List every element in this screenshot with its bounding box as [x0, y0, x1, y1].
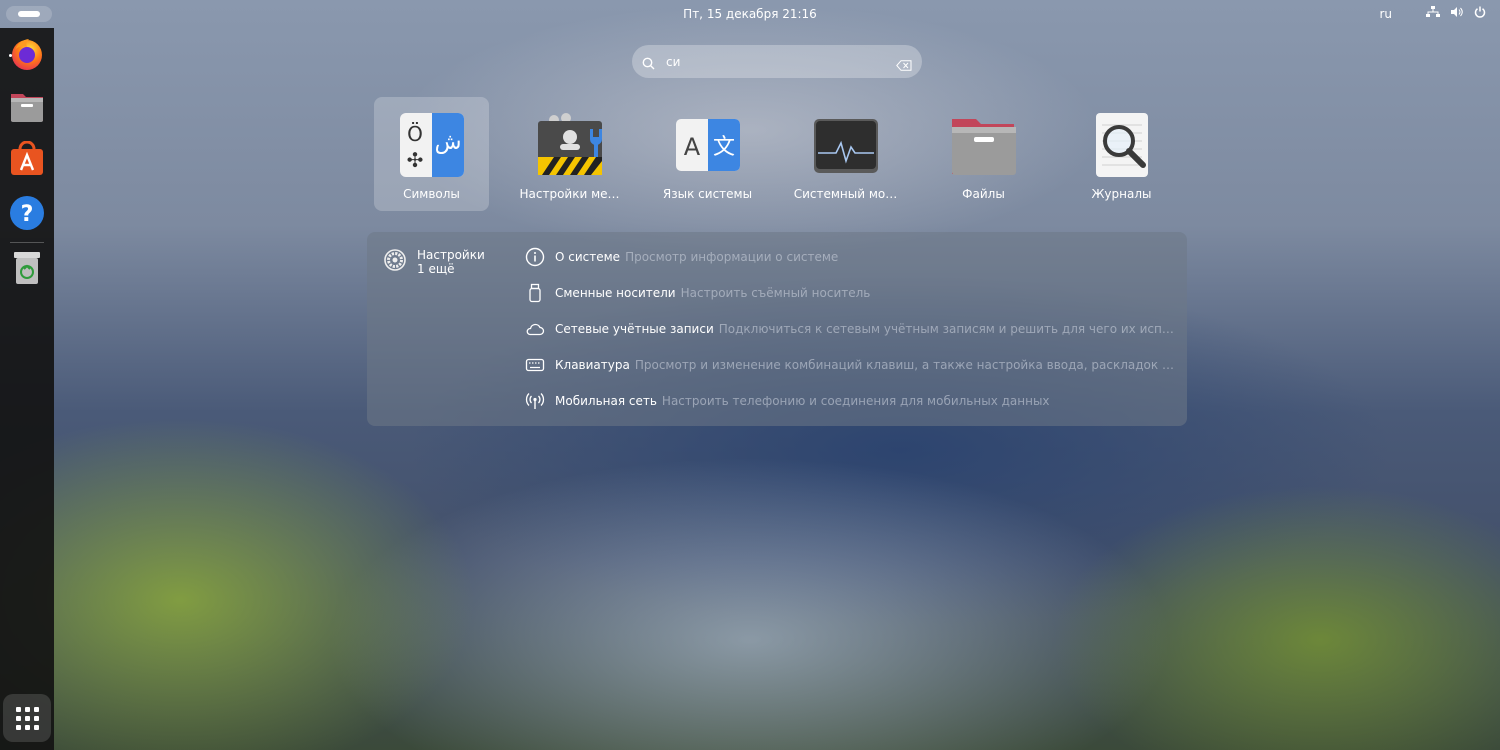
result-title: Клавиатура: [555, 358, 630, 372]
firefox-icon: [9, 36, 45, 76]
keyboard-icon: [525, 355, 545, 375]
result-row[interactable]: Сетевые учётные записи Подключиться к се…: [525, 317, 1175, 341]
show-apps-button[interactable]: [3, 694, 51, 742]
settings-manager-icon: [536, 111, 604, 179]
activities-button[interactable]: [6, 6, 52, 22]
running-indicator: [9, 54, 12, 57]
result-description: Просмотр информации о системе: [625, 250, 839, 264]
app-label: Файлы: [962, 187, 1005, 201]
dock-firefox[interactable]: [7, 36, 47, 76]
app-label: Системный мо…: [793, 187, 898, 201]
svg-text:文: 文: [713, 135, 735, 160]
mobile-network-icon: [525, 391, 545, 411]
files-icon: [950, 111, 1018, 179]
dock-trash[interactable]: [7, 250, 47, 290]
app-label: Язык системы: [662, 187, 753, 201]
settings-gear-icon: [383, 248, 407, 276]
provider-more-count: 1 ещё: [417, 262, 455, 276]
result-row[interactable]: Мобильная сеть Настроить телефонию и сое…: [525, 389, 1175, 413]
grid-icon: [15, 706, 39, 730]
result-description: Настроить телефонию и соединения для моб…: [661, 394, 1050, 408]
clear-search-icon[interactable]: [896, 56, 912, 75]
dock: ?: [0, 28, 54, 750]
info-icon: [525, 247, 545, 267]
help-icon: ?: [9, 195, 45, 235]
dock-app-center[interactable]: [7, 140, 47, 181]
network-icon[interactable]: [1426, 6, 1440, 21]
provider-name: Настройки: [417, 248, 485, 262]
search-bar[interactable]: [632, 45, 922, 78]
search-icon: [642, 55, 655, 74]
svg-text:A: A: [684, 133, 701, 161]
result-title: Сетевые учётные записи: [555, 322, 714, 336]
system-monitor-icon: [812, 111, 880, 179]
dock-help[interactable]: ?: [7, 195, 47, 235]
dock-files[interactable]: [7, 89, 47, 129]
system-tray: ru: [1379, 6, 1486, 21]
clock-area: Пт, 15 декабря 21:16: [0, 7, 1500, 21]
removable-media-icon: [525, 283, 545, 303]
settings-results-panel: Настройки 1 ещё О системе Просмотр инфор…: [367, 232, 1187, 426]
characters-icon: Ö ✣ ش: [398, 111, 466, 179]
app-label: Настройки ме…: [519, 187, 620, 201]
app-label: Журналы: [1091, 187, 1152, 201]
result-description: Подключиться к сетевым учётным записям и…: [718, 322, 1175, 336]
language-indicator[interactable]: ru: [1379, 7, 1392, 21]
files-icon: [9, 90, 45, 128]
result-title: Мобильная сеть: [555, 394, 657, 408]
result-title: О системе: [555, 250, 621, 264]
svg-text:ش: ش: [435, 130, 462, 155]
app-system-monitor[interactable]: Системный мо…: [788, 97, 903, 211]
volume-icon[interactable]: [1450, 6, 1464, 21]
top-bar: Пт, 15 декабря 21:16 ru: [0, 0, 1500, 28]
app-language[interactable]: A 文 Язык системы: [650, 97, 765, 211]
result-title: Сменные носители: [555, 286, 676, 300]
app-label: Символы: [403, 187, 460, 201]
cloud-icon: [525, 319, 545, 339]
app-files[interactable]: Файлы: [926, 97, 1041, 211]
app-logs[interactable]: Журналы: [1064, 97, 1179, 211]
result-description: Настроить съёмный носитель: [680, 286, 871, 300]
app-center-icon: [9, 140, 45, 181]
result-description: Просмотр и изменение комбинаций клавиш, …: [634, 358, 1175, 372]
result-row[interactable]: О системе Просмотр информации о системе: [525, 245, 1175, 269]
workspace-indicator: [18, 11, 40, 17]
app-settings-manager[interactable]: Настройки ме…: [512, 97, 627, 211]
trash-icon: [12, 250, 42, 290]
logs-icon: [1088, 111, 1156, 179]
date-time[interactable]: Пт, 15 декабря 21:16: [677, 5, 823, 23]
result-row[interactable]: Клавиатура Просмотр и изменение комбинац…: [525, 353, 1175, 377]
svg-text:✣: ✣: [407, 148, 424, 172]
svg-text:Ö: Ö: [407, 122, 423, 146]
result-row[interactable]: Сменные носители Настроить съёмный носит…: [525, 281, 1175, 305]
app-characters[interactable]: Ö ✣ ش Символы: [374, 97, 489, 211]
dock-separator: [10, 242, 44, 243]
language-icon: A 文: [674, 111, 742, 179]
svg-text:?: ?: [21, 202, 34, 227]
search-input[interactable]: [664, 51, 888, 73]
power-icon[interactable]: [1474, 6, 1486, 21]
